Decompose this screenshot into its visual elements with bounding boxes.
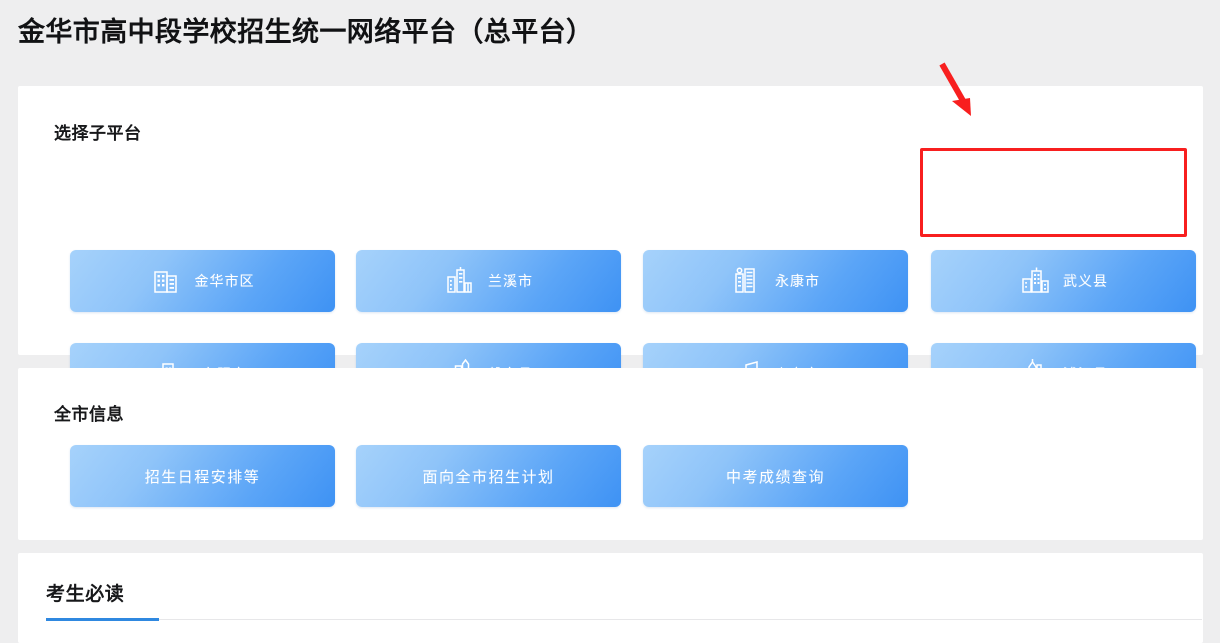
sub-platform-button-jinhua-shiqu[interactable]: 金华市区	[70, 250, 335, 312]
sub-platform-button-label: 永康市	[775, 273, 820, 289]
section-divider	[159, 619, 1202, 620]
city-info-button-enrollment-plan[interactable]: 面向全市招生计划	[356, 445, 621, 507]
candidate-notice-title: 考生必读	[46, 584, 125, 605]
sub-platform-button-yongkang[interactable]: 永康市	[643, 250, 908, 312]
tower-building-icon	[731, 264, 765, 298]
page-title: 金华市高中段学校招生统一网络平台（总平台）	[18, 17, 594, 47]
sub-platform-card: 选择子平台 金华市区 兰溪市 永康市 武义县	[18, 86, 1205, 405]
sub-platform-section-title: 选择子平台	[54, 124, 142, 143]
sub-platform-row-1: 金华市区 兰溪市 永康市 武义县	[70, 250, 1205, 343]
office-building-icon	[151, 264, 185, 298]
candidate-notice-card: 考生必读	[18, 553, 1203, 643]
sub-platform-button-lanxi[interactable]: 兰溪市	[356, 250, 621, 312]
sub-platform-button-wuyi[interactable]: 武义县	[931, 250, 1196, 312]
city-info-button-score-query[interactable]: 中考成绩查询	[643, 445, 908, 507]
active-tab-underline	[46, 618, 159, 621]
city-info-section-title: 全市信息	[54, 405, 124, 424]
city-info-button-schedule[interactable]: 招生日程安排等	[70, 445, 335, 507]
city-buildings-icon	[444, 264, 478, 298]
city-info-card: 全市信息 招生日程安排等 面向全市招生计划 中考成绩查询	[18, 368, 1203, 540]
highrise-building-icon	[1019, 264, 1053, 298]
sub-platform-button-label: 兰溪市	[488, 273, 533, 289]
sub-platform-button-label: 武义县	[1063, 273, 1108, 289]
app-page: 金华市高中段学校招生统一网络平台（总平台） 选择子平台 金华市区 兰溪市 永康市…	[0, 0, 1220, 643]
sub-platform-button-label: 金华市区	[194, 273, 255, 289]
